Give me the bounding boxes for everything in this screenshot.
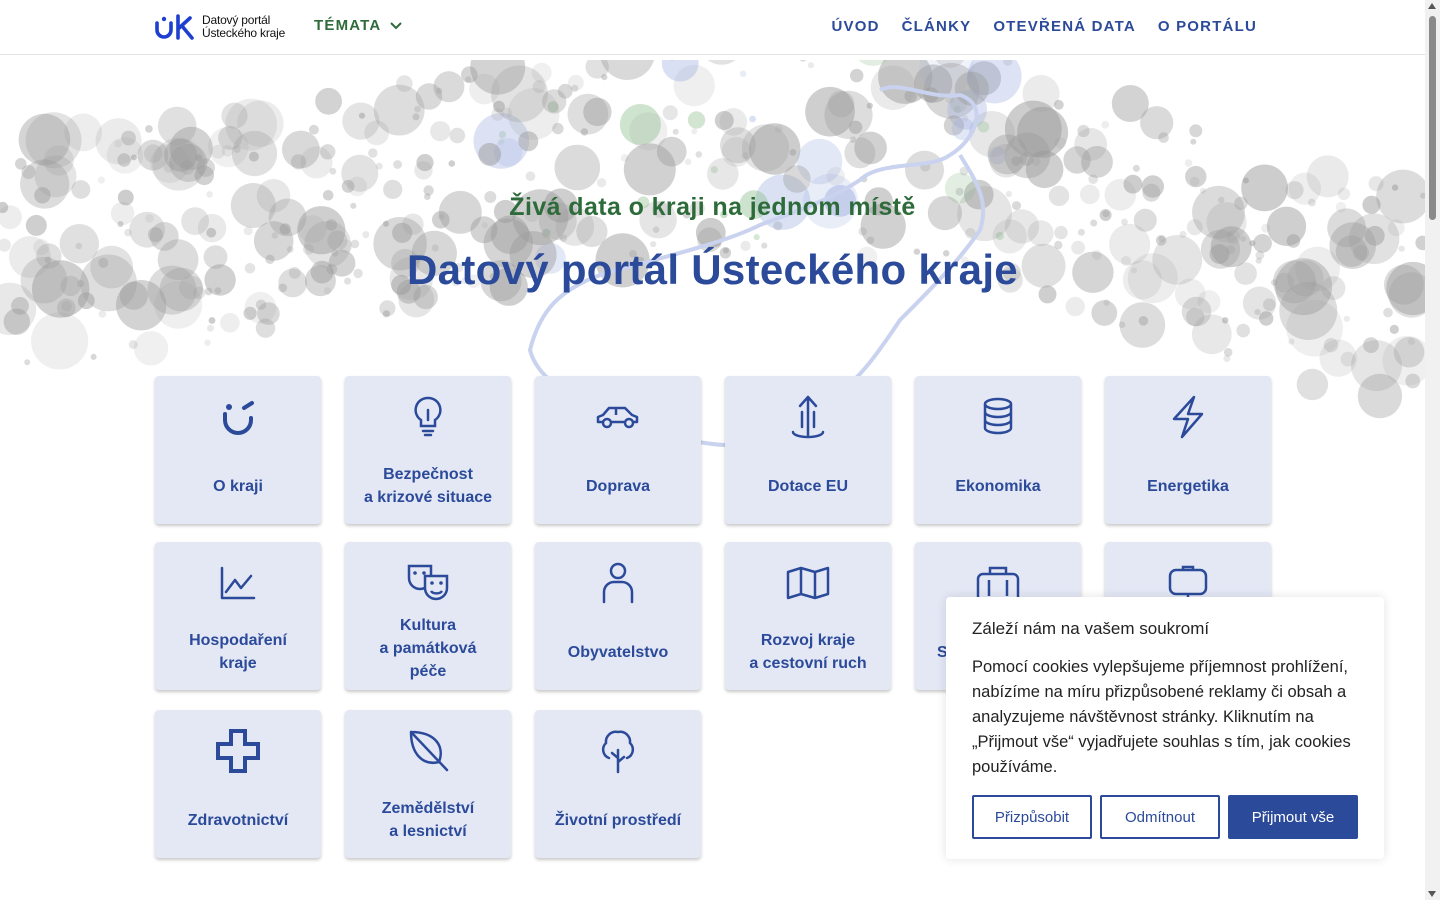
theater-masks-icon (407, 564, 449, 601)
scroll-down-icon[interactable] (1428, 891, 1436, 897)
car-icon (596, 406, 639, 429)
medical-cross-icon (216, 729, 260, 773)
person-icon (602, 562, 634, 604)
main-nav: ÚVOD ČLÁNKY OTEVŘENÁ DATA O PORTÁLU (831, 18, 1257, 35)
tile-bezpecnost[interactable]: Bezpečnost a krizové situace (345, 376, 511, 524)
tile-doprava[interactable]: Doprava (535, 376, 701, 524)
tile-label: Kultura a památková péče (379, 616, 477, 680)
page-title: Datový portál Ústeckého kraje (407, 246, 1018, 293)
reject-button[interactable]: Odmítnout (1100, 795, 1220, 839)
scroll-up-icon[interactable] (1428, 3, 1436, 9)
logo-text: Datový portál Ústeckého kraje (202, 14, 285, 40)
tile-label: Obyvatelstvo (567, 643, 669, 661)
tile-ekonomika[interactable]: Ekonomika (915, 376, 1081, 524)
tile-label: Hospodaření kraje (189, 632, 287, 672)
tile-kultura[interactable]: Kultura a památková péče (345, 542, 511, 690)
accept-all-button[interactable]: Přijmout vše (1228, 795, 1358, 839)
cookie-consent-banner: Záleží nám na vašem soukromí Pomocí cook… (946, 597, 1384, 859)
uk-logo-icon (155, 14, 194, 40)
tile-hospodareni[interactable]: Hospodaření kraje (155, 542, 321, 690)
coins-stack-icon (983, 397, 1013, 435)
tile-zemedelstvi[interactable]: Zemědělství a lesnictví (345, 710, 511, 858)
leaf-icon (409, 730, 449, 772)
tree-icon (601, 730, 635, 774)
tile-label: Rozvoj kraje a cestovní ruch (749, 632, 867, 672)
nav-clanky[interactable]: ČLÁNKY (902, 18, 972, 35)
tile-label: Bezpečnost a krizové situace (363, 466, 493, 506)
topics-label: TÉMATA (314, 17, 382, 34)
chevron-down-icon (390, 21, 403, 29)
site-header: Datový portál Ústeckého kraje TÉMATA ÚVO… (0, 0, 1425, 55)
arrow-up-icon (791, 395, 825, 439)
cookie-text: Pomocí cookies vylepšujeme příjemnost pr… (972, 658, 1351, 776)
tile-label: Zdravotnictví (187, 811, 289, 829)
topics-dropdown[interactable]: TÉMATA (314, 17, 403, 34)
tile-rozvoj-kraje[interactable]: Rozvoj kraje a cestovní ruch (725, 542, 891, 690)
tile-label: Ekonomika (955, 477, 1041, 495)
nav-uvod[interactable]: ÚVOD (831, 18, 879, 35)
cookie-title: Záleží nám na vašem soukromí (972, 619, 1210, 638)
nav-otevrena-data[interactable]: OTEVŘENÁ DATA (993, 18, 1136, 35)
tile-o-kraji[interactable]: O kraji (155, 376, 321, 524)
map-icon (786, 566, 830, 600)
tile-label: Doprava (585, 477, 651, 495)
tile-obyvatelstvo[interactable]: Obyvatelstvo (535, 542, 701, 690)
lightbulb-icon (414, 396, 442, 437)
tile-energetika[interactable]: Energetika (1105, 376, 1271, 524)
logo-line-2: Ústeckého kraje (202, 26, 286, 40)
site-logo[interactable]: Datový portál Ústeckého kraje (154, 12, 304, 42)
tile-label: O kraji (213, 477, 263, 495)
scrollbar-thumb[interactable] (1429, 16, 1436, 220)
tile-label: Zemědělství a lesnictví (381, 800, 475, 840)
tile-label: Životní prostředí (554, 811, 682, 829)
tile-zdravotnictvi[interactable]: Zdravotnictví (155, 710, 321, 858)
tile-dotace-eu[interactable]: Dotace EU (725, 376, 891, 524)
region-logo-icon (223, 401, 254, 435)
customize-button[interactable]: Přizpůsobit (972, 795, 1092, 839)
nav-o-portalu[interactable]: O PORTÁLU (1158, 18, 1257, 35)
hero-tagline: Živá data o kraji na jednom místě (509, 193, 916, 221)
tile-label: Dotace EU (767, 477, 849, 495)
line-chart-icon (220, 566, 256, 600)
tile-zivotni-prostredi[interactable]: Životní prostředí (535, 710, 701, 858)
page-scrollbar[interactable] (1425, 0, 1440, 900)
lightning-icon (1172, 395, 1204, 439)
tile-label: Energetika (1147, 477, 1229, 495)
